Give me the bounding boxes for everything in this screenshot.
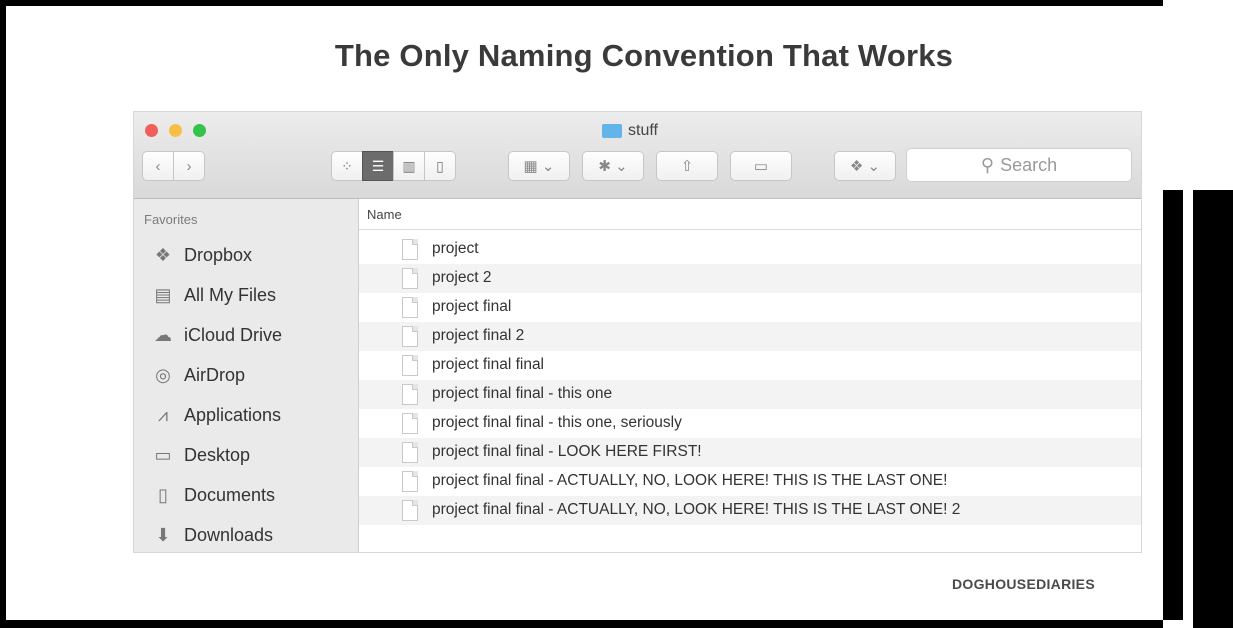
document-icon xyxy=(402,326,418,347)
share-button[interactable]: ⇧ xyxy=(656,151,718,181)
chevron-left-icon: ‹ xyxy=(155,157,161,175)
folder-icon xyxy=(602,124,622,138)
file-row[interactable]: project final 2 xyxy=(359,322,1141,351)
list-view-button[interactable]: ☰ xyxy=(362,151,394,181)
sidebar-item-documents[interactable]: ▯ Documents xyxy=(152,480,275,510)
airdrop-icon: ◎ xyxy=(155,364,171,385)
document-icon xyxy=(402,239,418,260)
action-button[interactable]: ✱ ⌄ xyxy=(582,151,644,181)
file-name: project final final - LOOK HERE FIRST! xyxy=(432,443,702,460)
icon-view-button[interactable]: ⁘ xyxy=(331,151,363,181)
document-icon xyxy=(402,471,418,492)
sidebar-item-all-my-files[interactable]: ▤ All My Files xyxy=(152,280,276,310)
file-row[interactable]: project final final - ACTUALLY, NO, LOOK… xyxy=(359,496,1141,525)
file-row[interactable]: project final final - this one, seriousl… xyxy=(359,409,1141,438)
downloads-icon: ⬇ xyxy=(155,524,171,545)
background-panel xyxy=(1163,0,1233,190)
file-name: project final final - this one xyxy=(432,385,613,402)
sidebar-item-label: Downloads xyxy=(184,524,274,545)
sidebar-item-icloud-drive[interactable]: ☁ iCloud Drive xyxy=(152,320,282,350)
back-button[interactable]: ‹ xyxy=(142,151,174,181)
sidebar-item-dropbox[interactable]: ❖ Dropbox xyxy=(152,240,252,270)
document-icon xyxy=(402,355,418,376)
file-row[interactable]: project final final - LOOK HERE FIRST! xyxy=(359,438,1141,467)
share-icon: ⇧ xyxy=(680,158,694,175)
document-icon xyxy=(402,384,418,405)
file-row[interactable]: project 2 xyxy=(359,264,1141,293)
folder-name: stuff xyxy=(628,122,658,139)
document-icon xyxy=(402,442,418,463)
arrange-icon: ▦ ⌄ xyxy=(523,158,555,175)
all-files-icon: ▤ xyxy=(154,284,172,305)
sidebar: Favorites ❖ Dropbox ▤ All My Files ☁ iCl… xyxy=(134,199,359,552)
sidebar-item-label: AirDrop xyxy=(184,364,246,385)
file-row[interactable]: project final final - this one xyxy=(359,380,1141,409)
search-input[interactable]: ⚲ Search xyxy=(906,148,1132,182)
file-name: project final final xyxy=(432,356,545,373)
minimize-button[interactable] xyxy=(169,124,182,137)
sidebar-item-airdrop[interactable]: ◎ AirDrop xyxy=(152,360,245,390)
dropbox-button[interactable]: ❖ ⌄ xyxy=(834,151,896,181)
file-name: project 2 xyxy=(432,269,492,286)
chevron-right-icon: › xyxy=(186,157,192,175)
file-row[interactable]: project final xyxy=(359,293,1141,322)
sidebar-item-label: Applications xyxy=(184,404,282,425)
column-view-button[interactable]: ▥ xyxy=(393,151,425,181)
comic-panel: The Only Naming Convention That Works st… xyxy=(6,6,1163,620)
sidebar-item-label: Documents xyxy=(184,484,276,505)
finder-window: stuff ‹ › ⁘ ☰ ▥ ▯ ▦ ⌄ ✱ ⌄ ⇧ ▭ ❖ ⌄ ⚲ Sear… xyxy=(133,111,1142,553)
background-corner xyxy=(1163,620,1193,628)
document-icon xyxy=(402,500,418,521)
sidebar-item-applications[interactable]: ⩘ Applications xyxy=(152,400,281,430)
desktop-icon: ▭ xyxy=(154,444,172,465)
sidebar-item-label: All My Files xyxy=(184,284,277,305)
dropbox-icon: ❖ xyxy=(154,244,172,265)
comic-title: The Only Naming Convention That Works xyxy=(334,38,954,73)
sidebar-item-downloads[interactable]: ⬇ Downloads xyxy=(152,520,273,550)
cloud-icon: ☁ xyxy=(154,324,172,345)
background-strip xyxy=(1183,190,1193,628)
grid-icon: ⁘ xyxy=(341,157,353,174)
tag-icon: ▭ xyxy=(753,158,769,175)
gear-icon: ✱ ⌄ xyxy=(598,158,628,175)
file-name: project xyxy=(432,240,479,257)
sidebar-heading: Favorites xyxy=(144,212,198,227)
file-name: project final final - ACTUALLY, NO, LOOK… xyxy=(432,472,948,489)
list-icon: ☰ xyxy=(371,157,385,174)
document-icon xyxy=(402,268,418,289)
window-title: stuff xyxy=(602,122,658,140)
file-name: project final xyxy=(432,298,512,315)
close-button[interactable] xyxy=(145,124,158,137)
tags-button[interactable]: ▭ xyxy=(730,151,792,181)
file-name: project final final - ACTUALLY, NO, LOOK… xyxy=(432,501,961,518)
applications-icon: ⩘ xyxy=(157,404,169,425)
file-list: Name project project 2 project final pro… xyxy=(359,199,1141,552)
column-header-name: Name xyxy=(367,207,402,222)
file-name: project final final - this one, seriousl… xyxy=(432,414,682,431)
file-row[interactable]: project final final - ACTUALLY, NO, LOOK… xyxy=(359,467,1141,496)
cover-flow-icon: ▯ xyxy=(436,157,444,174)
search-placeholder: Search xyxy=(1000,154,1058,175)
file-name: project final 2 xyxy=(432,327,525,344)
file-row[interactable]: project final final xyxy=(359,351,1141,380)
sidebar-item-label: Dropbox xyxy=(184,244,253,265)
file-row[interactable]: project xyxy=(359,235,1141,264)
documents-icon: ▯ xyxy=(158,484,168,505)
column-header[interactable]: Name xyxy=(359,199,1141,230)
arrange-button[interactable]: ▦ ⌄ xyxy=(508,151,570,181)
sidebar-item-desktop[interactable]: ▭ Desktop xyxy=(152,440,250,470)
sidebar-item-label: iCloud Drive xyxy=(184,324,283,345)
finder-toolbar: stuff ‹ › ⁘ ☰ ▥ ▯ ▦ ⌄ ✱ ⌄ ⇧ ▭ ❖ ⌄ ⚲ Sear… xyxy=(134,112,1141,199)
document-icon xyxy=(402,297,418,318)
search-icon: ⚲ xyxy=(980,154,995,175)
dropbox-icon: ❖ ⌄ xyxy=(849,158,881,175)
forward-button[interactable]: › xyxy=(173,151,205,181)
cover-flow-button[interactable]: ▯ xyxy=(424,151,456,181)
sidebar-item-label: Desktop xyxy=(184,444,251,465)
document-icon xyxy=(402,413,418,434)
columns-icon: ▥ xyxy=(402,157,416,174)
zoom-button[interactable] xyxy=(193,124,206,137)
comic-credit: DOGHOUSEDIARIES xyxy=(952,576,1095,592)
